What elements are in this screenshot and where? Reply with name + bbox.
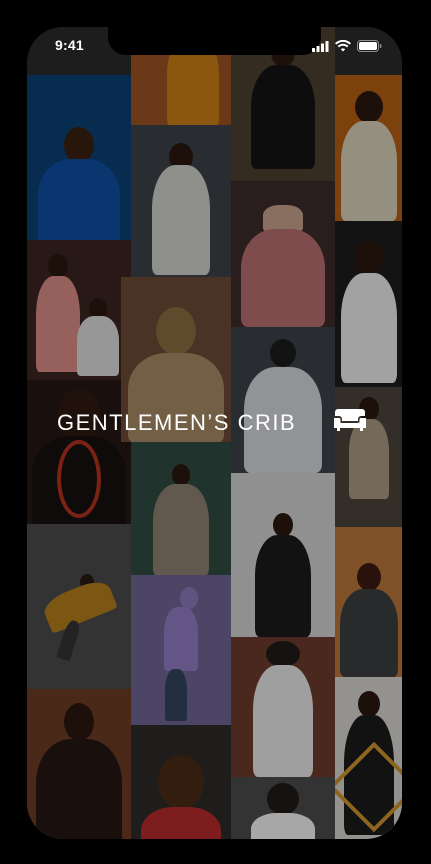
collage-photo[interactable] (231, 777, 335, 839)
collage-photo[interactable] (231, 637, 335, 777)
battery-icon (357, 39, 382, 57)
status-bar: 9:41 (27, 27, 402, 63)
collage-photo[interactable] (335, 527, 402, 677)
collage-photo[interactable] (231, 181, 335, 327)
collage-photo[interactable] (27, 689, 131, 839)
collage-photo[interactable] (131, 725, 231, 839)
collage-photo[interactable] (131, 442, 231, 575)
collage-photo[interactable] (335, 221, 402, 387)
collage-photo[interactable] (27, 380, 131, 524)
brand-header: GENTLEMEN’S CRIB (27, 403, 402, 443)
status-icons (312, 39, 382, 57)
collage-photo[interactable] (335, 677, 402, 839)
brand-title: GENTLEMEN’S CRIB (57, 410, 297, 435)
collage-photo[interactable] (335, 75, 402, 221)
collage-photo[interactable] (27, 524, 131, 689)
collage-photo[interactable] (131, 125, 231, 277)
status-time: 9:41 (55, 37, 84, 53)
collage-photo[interactable] (231, 327, 335, 473)
sofa-icon (333, 407, 367, 438)
wifi-icon (335, 39, 351, 57)
device-notch (108, 27, 321, 55)
collage-photo[interactable] (231, 473, 335, 637)
device-frame: 9:41 GENTLEMEN’S CRIB (0, 0, 431, 864)
signal-icon (312, 39, 329, 57)
collage-photo[interactable] (131, 575, 231, 725)
collage-photo[interactable] (27, 240, 131, 380)
collage-photo[interactable] (27, 75, 131, 240)
